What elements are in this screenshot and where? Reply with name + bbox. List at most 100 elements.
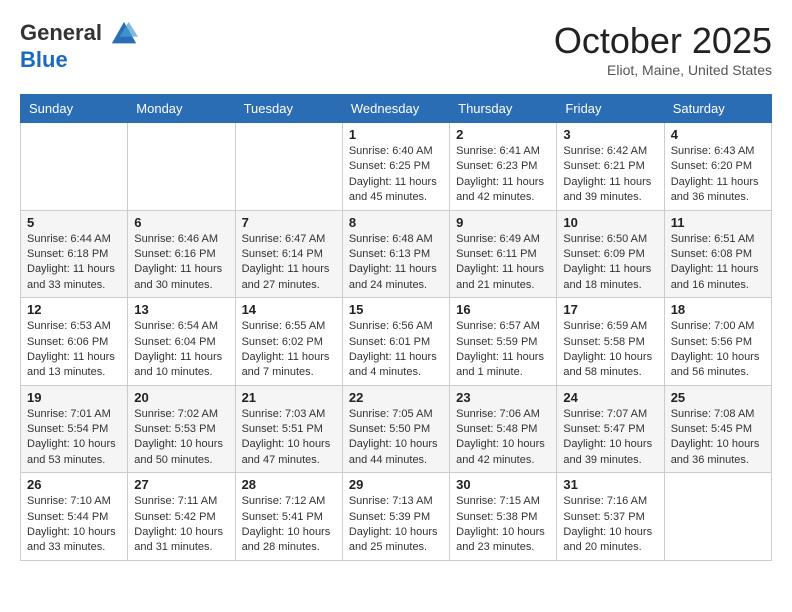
- calendar-cell: 21Sunrise: 7:03 AMSunset: 5:51 PMDayligh…: [235, 385, 342, 473]
- day-number: 19: [27, 390, 121, 405]
- weekday-header-saturday: Saturday: [664, 95, 771, 123]
- page-header: General Blue October 2025 Eliot, Maine, …: [20, 20, 772, 78]
- day-detail: Sunrise: 7:11 AMSunset: 5:42 PMDaylight:…: [134, 494, 228, 556]
- day-detail: Sunrise: 7:07 AMSunset: 5:47 PMDaylight:…: [563, 407, 657, 469]
- day-number: 20: [134, 390, 228, 405]
- day-number: 2: [456, 127, 550, 142]
- calendar-cell: 9 Sunrise: 6:49 AMSunset: 6:11 PMDaylight…: [450, 210, 557, 298]
- logo-blue: Blue: [20, 48, 68, 72]
- day-number: 7: [242, 215, 336, 230]
- calendar-cell: 27 Sunrise: 7:11 AMSunset: 5:42 PMDayligh…: [128, 473, 235, 561]
- day-number: 26: [27, 477, 121, 492]
- day-detail: Sunrise: 7:13 AMSunset: 5:39 PMDaylight:…: [349, 494, 443, 556]
- calendar-cell: 15 Sunrise: 6:56 AMSunset: 6:01 PMDayligh…: [342, 298, 449, 386]
- day-detail: Sunrise: 6:51 AMSunset: 6:08 PMDaylight:…: [671, 232, 765, 294]
- day-number: 14: [242, 302, 336, 317]
- day-number: 4: [671, 127, 765, 142]
- calendar-week-row: 12Sunrise: 6:53 AMSunset: 6:06 PMDayligh…: [21, 298, 772, 386]
- day-number: 24: [563, 390, 657, 405]
- weekday-header-friday: Friday: [557, 95, 664, 123]
- day-number: 21: [242, 390, 336, 405]
- day-number: 6: [134, 215, 228, 230]
- calendar-week-row: 5 Sunrise: 6:44 AMSunset: 6:18 PMDaylight…: [21, 210, 772, 298]
- calendar-cell: 2Sunrise: 6:41 AMSunset: 6:23 PMDaylight…: [450, 123, 557, 211]
- logo-general: General: [20, 20, 102, 45]
- calendar-week-row: 19 Sunrise: 7:01 AMSunset: 5:54 PMDayligh…: [21, 385, 772, 473]
- logo-icon: [110, 20, 138, 48]
- title-block: October 2025 Eliot, Maine, United States: [554, 20, 772, 78]
- weekday-header-tuesday: Tuesday: [235, 95, 342, 123]
- calendar-cell: 19 Sunrise: 7:01 AMSunset: 5:54 PMDayligh…: [21, 385, 128, 473]
- location: Eliot, Maine, United States: [554, 62, 772, 78]
- day-detail: Sunrise: 7:16 AMSunset: 5:37 PMDaylight:…: [563, 494, 657, 556]
- day-detail: Sunrise: 6:59 AMSunset: 5:58 PMDaylight:…: [563, 319, 657, 381]
- calendar-cell: 29 Sunrise: 7:13 AMSunset: 5:39 PMDayligh…: [342, 473, 449, 561]
- month-title: October 2025: [554, 20, 772, 62]
- day-number: 8: [349, 215, 443, 230]
- day-number: 13: [134, 302, 228, 317]
- day-number: 27: [134, 477, 228, 492]
- day-detail: Sunrise: 7:12 AMSunset: 5:41 PMDaylight:…: [242, 494, 336, 556]
- calendar-cell: [664, 473, 771, 561]
- calendar-cell: 14 Sunrise: 6:55 AMSunset: 6:02 PMDayligh…: [235, 298, 342, 386]
- day-detail: Sunrise: 7:01 AMSunset: 5:54 PMDaylight:…: [27, 407, 121, 469]
- calendar-cell: 22Sunrise: 7:05 AMSunset: 5:50 PMDayligh…: [342, 385, 449, 473]
- calendar-cell: 13 Sunrise: 6:54 AMSunset: 6:04 PMDayligh…: [128, 298, 235, 386]
- day-detail: Sunrise: 6:48 AMSunset: 6:13 PMDaylight:…: [349, 232, 443, 294]
- day-number: 10: [563, 215, 657, 230]
- calendar-cell: 20Sunrise: 7:02 AMSunset: 5:53 PMDayligh…: [128, 385, 235, 473]
- calendar-cell: 16Sunrise: 6:57 AMSunset: 5:59 PMDayligh…: [450, 298, 557, 386]
- day-number: 5: [27, 215, 121, 230]
- day-detail: Sunrise: 7:05 AMSunset: 5:50 PMDaylight:…: [349, 407, 443, 469]
- day-number: 16: [456, 302, 550, 317]
- day-number: 12: [27, 302, 121, 317]
- day-detail: Sunrise: 6:42 AMSunset: 6:21 PMDaylight:…: [563, 144, 657, 206]
- day-number: 25: [671, 390, 765, 405]
- day-detail: Sunrise: 7:08 AMSunset: 5:45 PMDaylight:…: [671, 407, 765, 469]
- calendar-cell: 30 Sunrise: 7:15 AMSunset: 5:38 PMDayligh…: [450, 473, 557, 561]
- weekday-header-thursday: Thursday: [450, 95, 557, 123]
- day-detail: Sunrise: 7:15 AMSunset: 5:38 PMDaylight:…: [456, 494, 550, 556]
- weekday-header-row: SundayMondayTuesdayWednesdayThursdayFrid…: [21, 95, 772, 123]
- calendar-cell: 26 Sunrise: 7:10 AMSunset: 5:44 PMDayligh…: [21, 473, 128, 561]
- calendar-week-row: 26 Sunrise: 7:10 AMSunset: 5:44 PMDayligh…: [21, 473, 772, 561]
- day-number: 30: [456, 477, 550, 492]
- calendar-cell: [235, 123, 342, 211]
- day-number: 31: [563, 477, 657, 492]
- day-detail: Sunrise: 6:40 AMSunset: 6:25 PMDaylight:…: [349, 144, 443, 206]
- day-detail: Sunrise: 6:49 AMSunset: 6:11 PMDaylight:…: [456, 232, 550, 294]
- day-number: 28: [242, 477, 336, 492]
- day-number: 29: [349, 477, 443, 492]
- logo: General Blue: [20, 20, 138, 72]
- calendar-cell: 12Sunrise: 6:53 AMSunset: 6:06 PMDayligh…: [21, 298, 128, 386]
- calendar-cell: 24 Sunrise: 7:07 AMSunset: 5:47 PMDayligh…: [557, 385, 664, 473]
- calendar-cell: [128, 123, 235, 211]
- calendar-cell: 11 Sunrise: 6:51 AMSunset: 6:08 PMDayligh…: [664, 210, 771, 298]
- day-detail: Sunrise: 6:56 AMSunset: 6:01 PMDaylight:…: [349, 319, 443, 381]
- calendar-cell: 4 Sunrise: 6:43 AMSunset: 6:20 PMDaylight…: [664, 123, 771, 211]
- day-number: 15: [349, 302, 443, 317]
- day-detail: Sunrise: 6:50 AMSunset: 6:09 PMDaylight:…: [563, 232, 657, 294]
- day-number: 17: [563, 302, 657, 317]
- day-detail: Sunrise: 7:00 AMSunset: 5:56 PMDaylight:…: [671, 319, 765, 381]
- weekday-header-monday: Monday: [128, 95, 235, 123]
- day-detail: Sunrise: 6:55 AMSunset: 6:02 PMDaylight:…: [242, 319, 336, 381]
- calendar-cell: 25 Sunrise: 7:08 AMSunset: 5:45 PMDayligh…: [664, 385, 771, 473]
- calendar-cell: [21, 123, 128, 211]
- day-detail: Sunrise: 6:47 AMSunset: 6:14 PMDaylight:…: [242, 232, 336, 294]
- calendar-cell: 6Sunrise: 6:46 AMSunset: 6:16 PMDaylight…: [128, 210, 235, 298]
- day-number: 11: [671, 215, 765, 230]
- day-detail: Sunrise: 6:54 AMSunset: 6:04 PMDaylight:…: [134, 319, 228, 381]
- calendar-cell: 17 Sunrise: 6:59 AMSunset: 5:58 PMDayligh…: [557, 298, 664, 386]
- day-detail: Sunrise: 6:43 AMSunset: 6:20 PMDaylight:…: [671, 144, 765, 206]
- calendar-cell: 3 Sunrise: 6:42 AMSunset: 6:21 PMDaylight…: [557, 123, 664, 211]
- calendar-cell: 7 Sunrise: 6:47 AMSunset: 6:14 PMDaylight…: [235, 210, 342, 298]
- day-detail: Sunrise: 6:44 AMSunset: 6:18 PMDaylight:…: [27, 232, 121, 294]
- day-number: 1: [349, 127, 443, 142]
- day-number: 3: [563, 127, 657, 142]
- calendar-cell: 8 Sunrise: 6:48 AMSunset: 6:13 PMDaylight…: [342, 210, 449, 298]
- day-detail: Sunrise: 7:06 AMSunset: 5:48 PMDaylight:…: [456, 407, 550, 469]
- day-detail: Sunrise: 7:10 AMSunset: 5:44 PMDaylight:…: [27, 494, 121, 556]
- day-number: 9: [456, 215, 550, 230]
- calendar-table: SundayMondayTuesdayWednesdayThursdayFrid…: [20, 94, 772, 561]
